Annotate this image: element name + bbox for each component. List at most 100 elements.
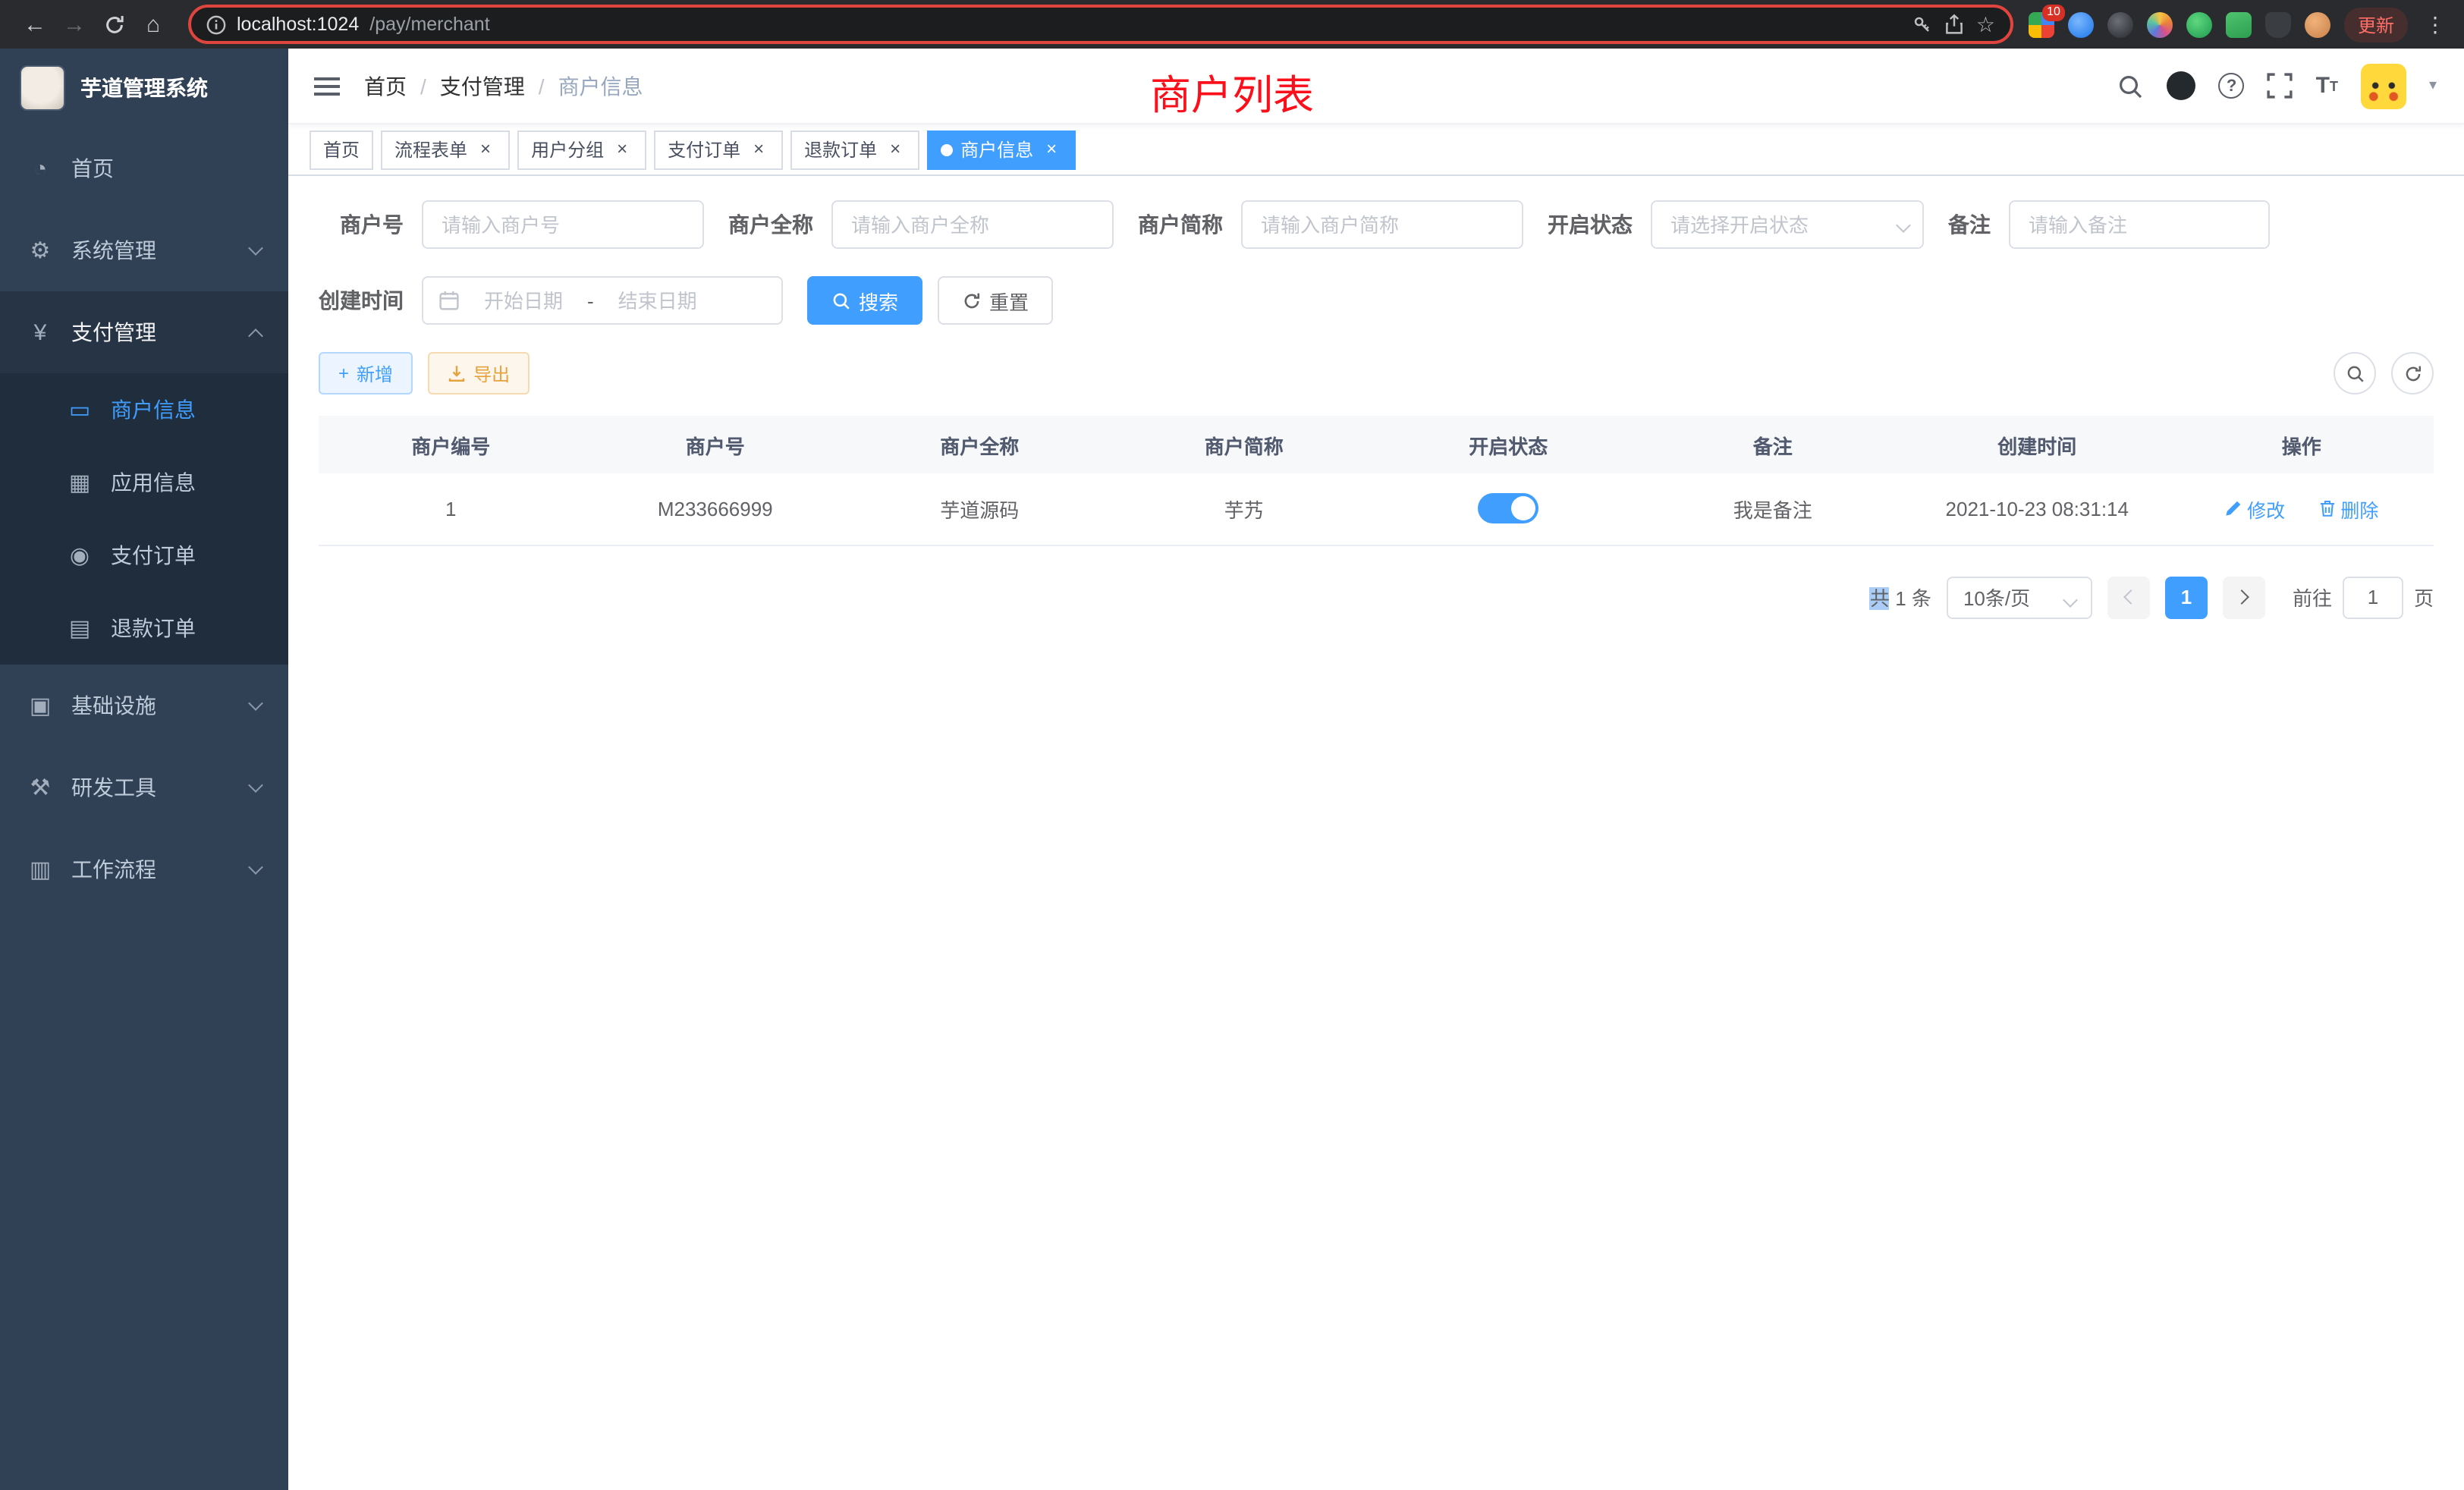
user-avatar[interactable]: [2361, 63, 2406, 108]
share-icon[interactable]: [1944, 14, 1966, 35]
refresh-table-button[interactable]: [2391, 352, 2434, 395]
github-icon[interactable]: [2167, 71, 2196, 100]
tab-process-form[interactable]: 流程表单 ×: [381, 130, 510, 169]
cell-merchant-index: 1: [319, 473, 583, 545]
document-icon: ▤: [67, 615, 93, 642]
col-merchant-no: 商户号: [583, 416, 848, 473]
status-select[interactable]: [1651, 200, 1924, 249]
date-start-input[interactable]: [466, 289, 581, 312]
tab-close-icon[interactable]: ×: [475, 139, 496, 160]
help-icon[interactable]: ?: [2219, 73, 2245, 99]
tab-home[interactable]: 首页: [310, 130, 373, 169]
fullscreen-icon[interactable]: [2268, 73, 2293, 99]
add-button[interactable]: + 新增: [319, 352, 413, 395]
prev-page-button[interactable]: [2107, 576, 2150, 618]
filter-label: 开启状态: [1548, 209, 1651, 240]
reload-button[interactable]: [94, 5, 134, 44]
logo-title: 芋道管理系统: [80, 73, 208, 103]
tab-pay-order[interactable]: 支付订单 ×: [654, 130, 783, 169]
search-icon[interactable]: [2117, 72, 2145, 99]
short-name-input[interactable]: [1241, 200, 1523, 249]
search-icon: [831, 291, 851, 310]
sidebar-item-refund-order[interactable]: ▤ 退款订单: [0, 592, 288, 665]
sidebar-item-infrastructure[interactable]: ▣ 基础设施: [0, 665, 288, 747]
monitor-icon: ▣: [27, 692, 53, 719]
font-size-icon[interactable]: TT: [2316, 73, 2338, 99]
breadcrumb-payment[interactable]: 支付管理: [440, 71, 525, 101]
sidebar-logo[interactable]: 芋道管理系统: [0, 49, 288, 127]
search-button[interactable]: 搜索: [807, 276, 922, 325]
delete-link[interactable]: 删除: [2318, 495, 2378, 523]
tab-label: 商户信息: [960, 137, 1033, 162]
date-end-input[interactable]: [600, 289, 715, 312]
tab-merchant-info[interactable]: 商户信息 ×: [927, 130, 1076, 169]
tab-refund-order[interactable]: 退款订单 ×: [790, 130, 919, 169]
page-size-select[interactable]: 10条/页: [1947, 576, 2092, 618]
sidebar-item-pay-order[interactable]: ◉ 支付订单: [0, 519, 288, 592]
reset-button[interactable]: 重置: [938, 276, 1053, 325]
remark-input[interactable]: [2009, 200, 2270, 249]
extension-blue-icon[interactable]: [2068, 11, 2094, 37]
sidebar-item-label: 支付订单: [111, 540, 261, 571]
sidebar-toggle-button[interactable]: [288, 48, 364, 124]
forward-button[interactable]: →: [55, 5, 94, 44]
tab-close-icon[interactable]: ×: [748, 139, 769, 160]
export-button[interactable]: 导出: [428, 352, 530, 395]
date-range-picker[interactable]: -: [422, 276, 783, 325]
info-icon[interactable]: [206, 14, 226, 34]
chevron-left-icon: [2123, 589, 2139, 605]
top-navbar: 首页 / 支付管理 / 商户信息 ? TT: [288, 49, 2464, 124]
status-toggle[interactable]: [1478, 494, 1538, 524]
breadcrumb-home[interactable]: 首页: [364, 71, 407, 101]
bookmark-star-icon[interactable]: ☆: [1976, 11, 1995, 37]
record-icon: ◉: [67, 542, 93, 569]
extension-green-circle-icon[interactable]: [2186, 11, 2212, 37]
sidebar-item-workflow[interactable]: ▥ 工作流程: [0, 828, 288, 910]
key-icon[interactable]: [1912, 14, 1934, 35]
sidebar-item-home[interactable]: ◔ 首页: [0, 127, 288, 209]
tab-user-group[interactable]: 用户分组 ×: [517, 130, 646, 169]
sidebar-item-app-info[interactable]: ▦ 应用信息: [0, 446, 288, 519]
status-select-input[interactable]: [1651, 200, 1924, 249]
chevron-down-icon: [2063, 592, 2078, 607]
browser-menu-kebab-icon[interactable]: ⋮: [2422, 11, 2449, 37]
pagination-total: 共 1 条: [1870, 583, 1931, 611]
page-1-button[interactable]: 1: [2165, 576, 2208, 618]
edit-link[interactable]: 修改: [2224, 495, 2285, 523]
full-name-input[interactable]: [831, 200, 1114, 249]
extension-pin-icon[interactable]: [2265, 11, 2291, 37]
home-button[interactable]: ⌂: [134, 5, 173, 44]
goto-page: 前往 页: [2293, 576, 2434, 618]
filter-short-name: 商户简称: [1138, 200, 1523, 249]
trash-icon: [2318, 500, 2336, 518]
sidebar-item-label: 研发工具: [71, 772, 250, 803]
download-icon: [448, 364, 466, 382]
extension-dark-icon[interactable]: [2107, 11, 2133, 37]
browser-profile-avatar[interactable]: [2305, 11, 2330, 37]
filter-merchant-no: 商户号: [319, 200, 704, 249]
tab-close-icon[interactable]: ×: [611, 139, 633, 160]
tab-close-icon[interactable]: ×: [885, 139, 906, 160]
goto-page-input[interactable]: [2343, 576, 2403, 618]
next-page-button[interactable]: [2223, 576, 2265, 618]
browser-update-button[interactable]: 更新: [2344, 7, 2408, 42]
tab-label: 退款订单: [804, 137, 877, 162]
sidebar-item-merchant-info[interactable]: ▭ 商户信息: [0, 373, 288, 446]
extension-green-square-icon[interactable]: [2226, 11, 2252, 37]
toggle-search-button[interactable]: [2334, 352, 2376, 395]
sidebar-item-devtools[interactable]: ⚒ 研发工具: [0, 747, 288, 828]
table-header: 商户编号 商户号 商户全称 商户简称 开启状态 备注 创建时间 操作: [319, 416, 2434, 473]
caret-down-icon[interactable]: ▾: [2429, 77, 2437, 94]
merchant-no-input[interactable]: [422, 200, 704, 249]
sidebar-item-system[interactable]: ⚙ 系统管理: [0, 209, 288, 291]
tab-close-icon[interactable]: ×: [1041, 139, 1062, 160]
chevron-down-icon: [248, 696, 263, 711]
main-area: 首页 / 支付管理 / 商户信息 ? TT: [288, 49, 2464, 1490]
dashboard-icon: ◔: [27, 156, 53, 181]
address-bar[interactable]: localhost:1024 /pay/merchant ☆: [188, 5, 2013, 44]
back-button[interactable]: ←: [15, 5, 55, 44]
filter-create-time: 创建时间 -: [319, 276, 783, 325]
sidebar-item-payment[interactable]: ¥ 支付管理: [0, 291, 288, 373]
extension-grid-icon[interactable]: [2029, 11, 2054, 37]
extension-colorful-icon[interactable]: [2147, 11, 2173, 37]
